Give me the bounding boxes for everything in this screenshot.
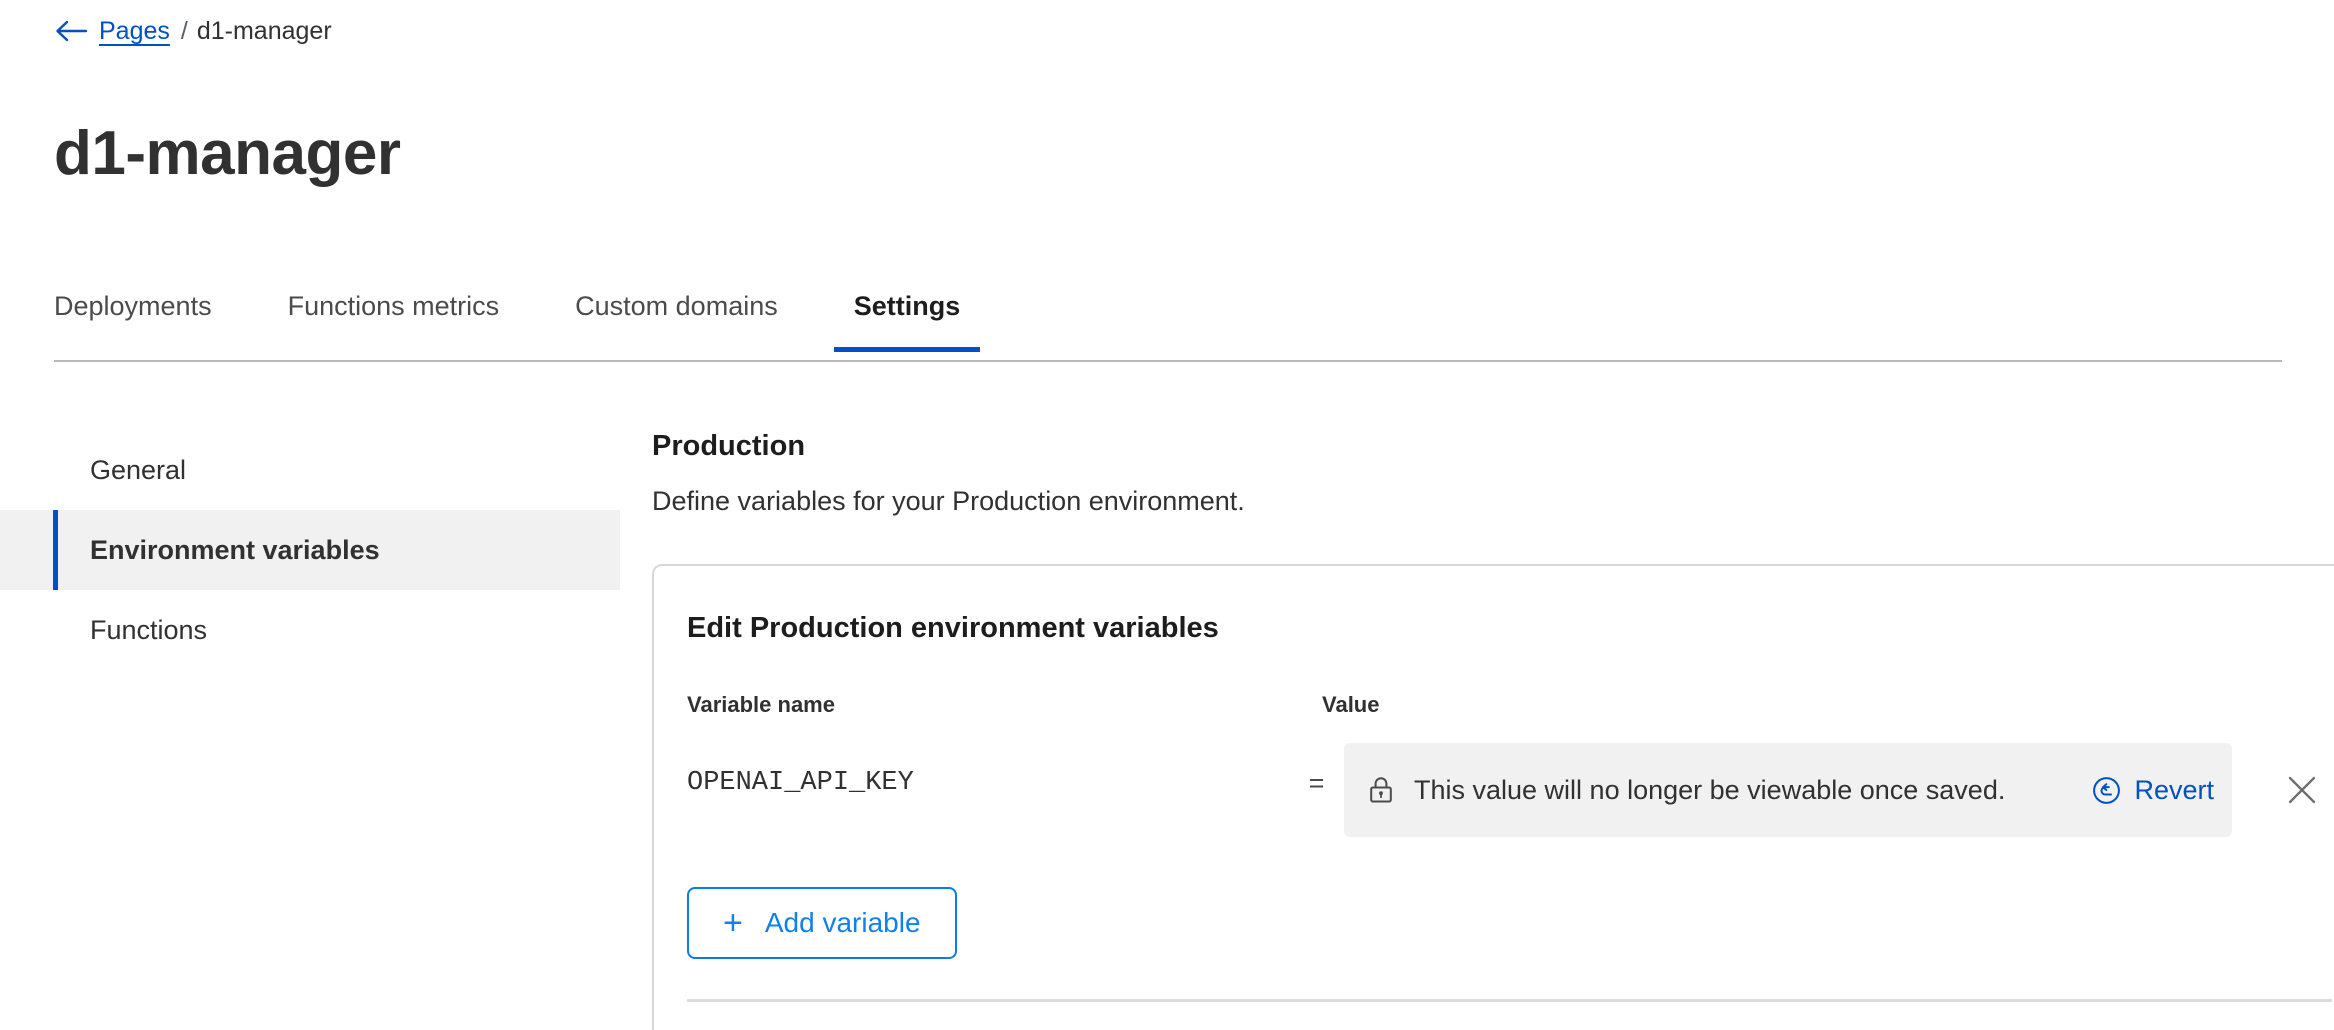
card-divider	[687, 999, 2332, 1002]
tab-deployments[interactable]: Deployments	[54, 282, 212, 352]
sidebar-item-label: Environment variables	[90, 535, 380, 565]
undo-circle-icon	[2092, 776, 2121, 805]
close-icon[interactable]	[2274, 743, 2330, 837]
card-title: Edit Production environment variables	[687, 612, 1219, 644]
breadcrumb: Pages / d1-manager	[54, 16, 332, 46]
revert-label: Revert	[2134, 775, 2214, 805]
column-header-value: Value	[1322, 692, 1380, 717]
column-headers: Variable name Value	[687, 692, 2334, 718]
breadcrumb-separator: /	[180, 17, 188, 45]
tab-functions-metrics[interactable]: Functions metrics	[288, 282, 500, 352]
section-description: Define variables for your Production env…	[652, 486, 1245, 516]
tab-custom-domains[interactable]: Custom domains	[575, 282, 778, 352]
edit-environment-variables-card: Edit Production environment variables Va…	[652, 564, 2334, 1030]
equals-sign: =	[1308, 768, 1325, 798]
breadcrumb-link-pages[interactable]: Pages	[99, 16, 170, 46]
lock-icon	[1366, 775, 1396, 805]
page-root: Pages / d1-manager d1-manager Deployment…	[0, 0, 2334, 1030]
sidebar-item-functions[interactable]: Functions	[0, 590, 620, 670]
sidebar-item-environment-variables[interactable]: Environment variables	[0, 510, 620, 590]
variables-grid: Variable name Value OPENAI_API_KEY = Thi…	[654, 692, 2334, 837]
add-variable-button[interactable]: + Add variable	[687, 887, 957, 959]
breadcrumb-current: d1-manager	[196, 17, 332, 45]
table-row: OPENAI_API_KEY = This value will no long…	[687, 743, 2334, 837]
main-content-header: Production Define variables for your Pro…	[652, 428, 2334, 518]
sidebar-item-label: Functions	[90, 615, 208, 645]
column-header-variable-name: Variable name	[687, 692, 835, 717]
add-variable-label: Add variable	[764, 907, 921, 938]
tab-bar: Deployments Functions metrics Custom dom…	[54, 282, 2282, 362]
tab-settings[interactable]: Settings	[833, 282, 980, 352]
section-title-production: Production	[652, 430, 806, 462]
plus-icon: +	[723, 904, 743, 942]
revert-button[interactable]: Revert	[2092, 774, 2214, 806]
variable-value-placeholder: This value will no longer be viewable on…	[1414, 775, 2006, 805]
page-title: d1-manager	[54, 119, 401, 188]
sidebar-item-general[interactable]: General	[0, 430, 620, 510]
settings-sidebar: General Environment variables Functions	[0, 430, 620, 670]
variable-value-input[interactable]: This value will no longer be viewable on…	[1344, 743, 2232, 837]
sidebar-item-label: General	[90, 455, 187, 485]
arrow-left-icon[interactable]	[54, 19, 88, 43]
variable-name-input[interactable]: OPENAI_API_KEY	[687, 743, 1289, 801]
